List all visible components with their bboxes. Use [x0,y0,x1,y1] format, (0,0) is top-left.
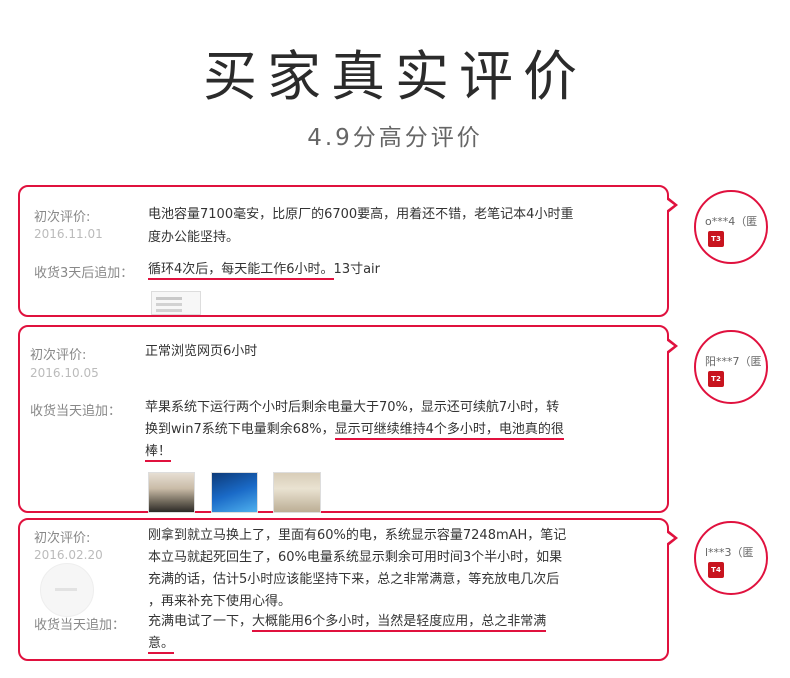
review-card-2-pointer [666,338,678,354]
review-card-3-pointer [666,530,678,546]
page-subtitle: 4.9分高分评价 [307,125,483,151]
review-card-1-pointer [666,197,678,213]
reviewer-3-level-badge: T4 [708,562,724,578]
review-3-first-date: 2016.02.20 [34,548,103,562]
review-2-append-line-2-plain: 换到win7系统下电量剩余68%， [145,422,335,437]
document-lines-icon [156,297,182,300]
review-1-append-text: 循环4次后，每天能工作6小时。13寸air [148,258,380,281]
review-3-first-label: 初次评价: [34,531,91,546]
review-2-first-label: 初次评价: [30,348,87,363]
reviewer-3-name: l***3（匿 [705,546,754,559]
review-3-append-highlight-end: 意。 [148,636,175,654]
reviewer-2-avatar[interactable]: 阳***7（匿 T2 [694,330,768,404]
review-1-first-text-line-2: 度办公能坚持。 [148,230,240,245]
review-2-append-highlight: 显示可继续维持4个多小时，电池真的很 [334,422,564,440]
review-1-append-label: 收货3天后追加： [34,266,134,281]
reviewer-1-avatar[interactable]: o***4（匿 T3 [694,190,768,264]
reviewer-3-avatar[interactable]: l***3（匿 T4 [694,521,768,595]
review-1-first-date: 2016.11.01 [34,227,103,241]
review-3-first-text-line-2: 本立马就起死回生了，60%电量系统显示剩余可用时间3个半小时，如果 [148,550,563,565]
reviewer-1-level-badge: T3 [708,231,724,247]
review-2-append-line-1: 苹果系统下运行两个小时后剩余电量大于70%，显示还可续航7小时，转 [145,400,560,415]
review-3-append-line-1: 充满电试了一下，大概能用6个多小时，当然是轻度应用，总之非常满 [148,610,547,633]
review-3-append-highlight: 大概能用6个多小时，当然是轻度应用，总之非常满 [252,614,547,632]
review-2-first-date: 2016.10.05 [30,366,99,380]
review-3-append-line-1-plain: 充满电试了一下， [148,614,253,629]
review-3-first-text-line-1: 刚拿到就立马换上了，里面有60%的电，系统显示容量7248mAH，笔记 [148,528,567,543]
review-1-first-label: 初次评价: [34,210,91,225]
review-2-append-line-2: 换到win7系统下电量剩余68%，显示可继续维持4个多小时，电池真的很 [145,418,564,441]
review-1-append-highlight: 循环4次后，每天能工作6小时。 [148,262,334,280]
review-2-image-battery[interactable] [273,472,321,513]
review-3-first-text-line-3: 充满的话，估计5小时应该能坚持下来，总之非常满意，等充放电几次后 [148,572,560,587]
page-title: 买家真实评价 [203,45,587,108]
review-1-first-text-line-1: 电池容量7100毫安，比原厂的6700要高，用着还不错，老笔记本4小时重 [148,207,574,222]
review-2-image-laptop[interactable] [148,472,195,513]
reviewer-2-level-badge: T2 [708,371,724,387]
review-1-append-rest: 13寸air [333,262,381,277]
review-2-append-label: 收货当天追加： [30,404,122,419]
review-2-append-line-3: 棒！ [145,440,172,463]
review-1-image-thumbnail[interactable] [151,291,201,315]
watermark-logo-icon [40,563,94,617]
review-2-image-screen[interactable] [211,472,258,513]
review-3-append-label: 收货当天追加： [34,618,126,633]
review-3-append-line-2: 意。 [148,632,175,655]
review-2-first-text: 正常浏览网页6小时 [145,344,258,359]
reviewer-1-name: o***4（匿 [705,215,758,228]
reviewer-2-name: 阳***7（匿 [705,355,762,368]
review-2-append-highlight-end: 棒！ [145,444,172,462]
